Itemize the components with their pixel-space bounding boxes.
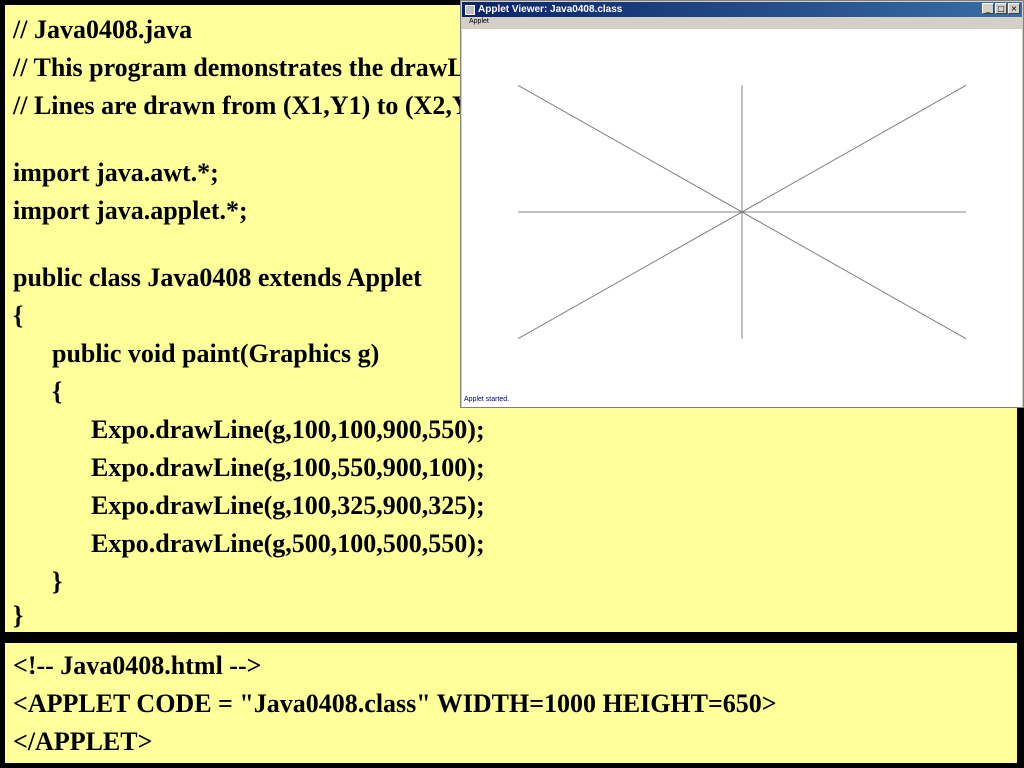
applet-canvas (462, 29, 1022, 395)
html-panel: <!-- Java0408.html --> <APPLET CODE = "J… (3, 641, 1019, 765)
applet-menu[interactable]: Applet (469, 18, 489, 25)
code-line: import java.applet.*; (13, 196, 248, 225)
status-text: Applet started. (464, 396, 510, 403)
code-line: Expo.drawLine(g,100,325,900,325); (13, 491, 485, 520)
drawing-area (517, 84, 967, 340)
window-title: Applet Viewer: Java0408.class (478, 4, 623, 15)
code-line: } (13, 601, 24, 630)
code-line: // Java0408.java (13, 15, 193, 44)
html-line: <!-- Java0408.html --> (13, 651, 262, 680)
java-icon (465, 4, 475, 15)
html-line: <APPLET CODE = "Java0408.class" WIDTH=10… (13, 689, 777, 718)
status-bar: Applet started. (462, 395, 1022, 407)
code-line: Expo.drawLine(g,100,550,900,100); (13, 453, 485, 482)
code-line: Expo.drawLine(g,500,100,500,550); (13, 529, 485, 558)
code-line: import java.awt.*; (13, 158, 219, 187)
close-button[interactable]: × (1008, 3, 1020, 14)
applet-viewer-window: Applet Viewer: Java0408.class _ □ × Appl… (460, 0, 1024, 408)
code-line: Expo.drawLine(g,100,100,900,550); (13, 415, 485, 444)
code-line: // Lines are drawn from (X1,Y1) to (X2,Y… (13, 91, 499, 120)
code-line: public void paint(Graphics g) (13, 339, 380, 368)
title-bar[interactable]: Applet Viewer: Java0408.class _ □ × (462, 2, 1022, 17)
html-line: </APPLET> (13, 727, 153, 756)
menu-bar: Applet (462, 17, 1022, 29)
code-line: { (13, 377, 63, 406)
maximize-button[interactable]: □ (995, 3, 1007, 14)
code-line: public class Java0408 extends Applet (13, 263, 422, 292)
code-line: } (13, 567, 63, 596)
minimize-button[interactable]: _ (982, 3, 994, 14)
code-line: { (13, 301, 24, 330)
